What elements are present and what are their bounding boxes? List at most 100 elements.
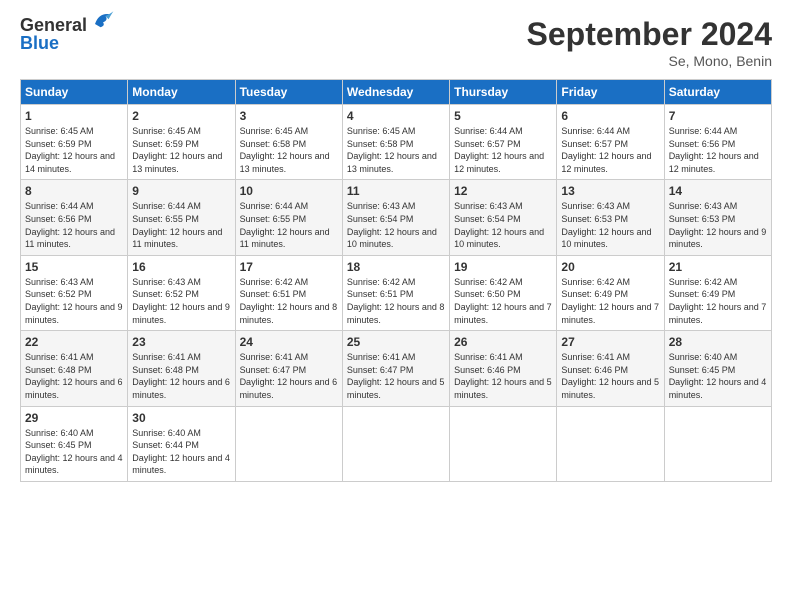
logo-blue: Blue	[20, 34, 115, 52]
day-info: Sunrise: 6:41 AM Sunset: 6:48 PM Dayligh…	[132, 351, 230, 401]
weekday-header: Thursday	[450, 80, 557, 105]
day-number: 19	[454, 260, 552, 274]
day-number: 1	[25, 109, 123, 123]
day-number: 20	[561, 260, 659, 274]
calendar-cell: 23 Sunrise: 6:41 AM Sunset: 6:48 PM Dayli…	[128, 331, 235, 406]
day-number: 11	[347, 184, 445, 198]
calendar-week-row: 8 Sunrise: 6:44 AM Sunset: 6:56 PM Daylig…	[21, 180, 772, 255]
calendar-cell: 5 Sunrise: 6:44 AM Sunset: 6:57 PM Daylig…	[450, 105, 557, 180]
day-info: Sunrise: 6:41 AM Sunset: 6:47 PM Dayligh…	[347, 351, 445, 401]
day-info: Sunrise: 6:41 AM Sunset: 6:48 PM Dayligh…	[25, 351, 123, 401]
day-number: 28	[669, 335, 767, 349]
calendar-cell	[235, 406, 342, 481]
weekday-header: Saturday	[664, 80, 771, 105]
calendar-cell: 15 Sunrise: 6:43 AM Sunset: 6:52 PM Dayli…	[21, 255, 128, 330]
calendar-cell: 14 Sunrise: 6:43 AM Sunset: 6:53 PM Dayli…	[664, 180, 771, 255]
day-number: 12	[454, 184, 552, 198]
day-info: Sunrise: 6:45 AM Sunset: 6:59 PM Dayligh…	[25, 125, 123, 175]
day-info: Sunrise: 6:42 AM Sunset: 6:49 PM Dayligh…	[669, 276, 767, 326]
calendar-cell: 26Sunrise: 6:41 AM Sunset: 6:46 PM Dayli…	[450, 331, 557, 406]
day-info: Sunrise: 6:44 AM Sunset: 6:55 PM Dayligh…	[132, 200, 230, 250]
calendar-cell	[450, 406, 557, 481]
day-number: 18	[347, 260, 445, 274]
day-number: 27	[561, 335, 659, 349]
day-number: 4	[347, 109, 445, 123]
logo-text: General Blue	[20, 16, 115, 52]
weekday-header: Sunday	[21, 80, 128, 105]
calendar-cell: 19 Sunrise: 6:42 AM Sunset: 6:50 PM Dayli…	[450, 255, 557, 330]
day-number: 7	[669, 109, 767, 123]
day-number: 17	[240, 260, 338, 274]
calendar-cell: 16Sunrise: 6:43 AM Sunset: 6:52 PM Dayli…	[128, 255, 235, 330]
header: General Blue September 2024 Se, Mono, Be…	[20, 16, 772, 69]
day-info: Sunrise: 6:44 AM Sunset: 6:56 PM Dayligh…	[25, 200, 123, 250]
calendar-cell: 30Sunrise: 6:40 AM Sunset: 6:44 PM Dayli…	[128, 406, 235, 481]
calendar-cell: 6Sunrise: 6:44 AM Sunset: 6:57 PM Daylig…	[557, 105, 664, 180]
calendar-cell	[342, 406, 449, 481]
weekday-header: Tuesday	[235, 80, 342, 105]
day-number: 10	[240, 184, 338, 198]
day-info: Sunrise: 6:44 AM Sunset: 6:55 PM Dayligh…	[240, 200, 338, 250]
day-info: Sunrise: 6:43 AM Sunset: 6:53 PM Dayligh…	[561, 200, 659, 250]
calendar-cell: 4 Sunrise: 6:45 AM Sunset: 6:58 PM Daylig…	[342, 105, 449, 180]
day-info: Sunrise: 6:43 AM Sunset: 6:52 PM Dayligh…	[132, 276, 230, 326]
day-number: 3	[240, 109, 338, 123]
day-info: Sunrise: 6:43 AM Sunset: 6:53 PM Dayligh…	[669, 200, 767, 250]
calendar-header-row: SundayMondayTuesdayWednesdayThursdayFrid…	[21, 80, 772, 105]
calendar-cell: 13 Sunrise: 6:43 AM Sunset: 6:53 PM Dayli…	[557, 180, 664, 255]
page: General Blue September 2024 Se, Mono, Be…	[0, 0, 792, 612]
day-info: Sunrise: 6:45 AM Sunset: 6:59 PM Dayligh…	[132, 125, 230, 175]
day-info: Sunrise: 6:44 AM Sunset: 6:57 PM Dayligh…	[454, 125, 552, 175]
calendar-cell: 7 Sunrise: 6:44 AM Sunset: 6:56 PM Daylig…	[664, 105, 771, 180]
calendar-cell: 17 Sunrise: 6:42 AM Sunset: 6:51 PM Dayli…	[235, 255, 342, 330]
calendar-cell: 12 Sunrise: 6:43 AM Sunset: 6:54 PM Dayli…	[450, 180, 557, 255]
day-number: 5	[454, 109, 552, 123]
day-info: Sunrise: 6:44 AM Sunset: 6:56 PM Dayligh…	[669, 125, 767, 175]
logo-general: General	[20, 16, 87, 34]
calendar-week-row: 29Sunrise: 6:40 AM Sunset: 6:45 PM Dayli…	[21, 406, 772, 481]
day-number: 21	[669, 260, 767, 274]
day-info: Sunrise: 6:45 AM Sunset: 6:58 PM Dayligh…	[347, 125, 445, 175]
day-number: 24	[240, 335, 338, 349]
day-info: Sunrise: 6:43 AM Sunset: 6:54 PM Dayligh…	[347, 200, 445, 250]
day-number: 14	[669, 184, 767, 198]
logo: General Blue	[20, 16, 115, 52]
day-info: Sunrise: 6:41 AM Sunset: 6:47 PM Dayligh…	[240, 351, 338, 401]
day-info: Sunrise: 6:42 AM Sunset: 6:50 PM Dayligh…	[454, 276, 552, 326]
day-number: 15	[25, 260, 123, 274]
day-number: 30	[132, 411, 230, 425]
calendar-cell: 10 Sunrise: 6:44 AM Sunset: 6:55 PM Dayli…	[235, 180, 342, 255]
calendar-week-row: 1 Sunrise: 6:45 AM Sunset: 6:59 PM Daylig…	[21, 105, 772, 180]
day-number: 23	[132, 335, 230, 349]
calendar-cell: 22Sunrise: 6:41 AM Sunset: 6:48 PM Dayli…	[21, 331, 128, 406]
day-number: 26	[454, 335, 552, 349]
location: Se, Mono, Benin	[527, 53, 772, 69]
day-info: Sunrise: 6:43 AM Sunset: 6:52 PM Dayligh…	[25, 276, 123, 326]
calendar-cell: 27 Sunrise: 6:41 AM Sunset: 6:46 PM Dayli…	[557, 331, 664, 406]
weekday-header: Friday	[557, 80, 664, 105]
day-number: 13	[561, 184, 659, 198]
weekday-header: Wednesday	[342, 80, 449, 105]
day-number: 8	[25, 184, 123, 198]
day-info: Sunrise: 6:42 AM Sunset: 6:51 PM Dayligh…	[240, 276, 338, 326]
day-info: Sunrise: 6:42 AM Sunset: 6:51 PM Dayligh…	[347, 276, 445, 326]
calendar-cell: 2Sunrise: 6:45 AM Sunset: 6:59 PM Daylig…	[128, 105, 235, 180]
weekday-header: Monday	[128, 80, 235, 105]
day-info: Sunrise: 6:45 AM Sunset: 6:58 PM Dayligh…	[240, 125, 338, 175]
calendar-week-row: 15 Sunrise: 6:43 AM Sunset: 6:52 PM Dayli…	[21, 255, 772, 330]
calendar-cell	[664, 406, 771, 481]
calendar-cell: 21 Sunrise: 6:42 AM Sunset: 6:49 PM Dayli…	[664, 255, 771, 330]
title-block: September 2024 Se, Mono, Benin	[527, 16, 772, 69]
day-info: Sunrise: 6:43 AM Sunset: 6:54 PM Dayligh…	[454, 200, 552, 250]
day-number: 25	[347, 335, 445, 349]
day-info: Sunrise: 6:40 AM Sunset: 6:45 PM Dayligh…	[669, 351, 767, 401]
calendar-cell: 3 Sunrise: 6:45 AM Sunset: 6:58 PM Daylig…	[235, 105, 342, 180]
day-info: Sunrise: 6:41 AM Sunset: 6:46 PM Dayligh…	[561, 351, 659, 401]
calendar-cell: 8 Sunrise: 6:44 AM Sunset: 6:56 PM Daylig…	[21, 180, 128, 255]
calendar-cell: 18 Sunrise: 6:42 AM Sunset: 6:51 PM Dayli…	[342, 255, 449, 330]
calendar-cell: 20Sunrise: 6:42 AM Sunset: 6:49 PM Dayli…	[557, 255, 664, 330]
calendar-cell: 25 Sunrise: 6:41 AM Sunset: 6:47 PM Dayli…	[342, 331, 449, 406]
calendar-cell: 1 Sunrise: 6:45 AM Sunset: 6:59 PM Daylig…	[21, 105, 128, 180]
logo-bird-icon	[91, 8, 115, 32]
calendar-cell: 28 Sunrise: 6:40 AM Sunset: 6:45 PM Dayli…	[664, 331, 771, 406]
